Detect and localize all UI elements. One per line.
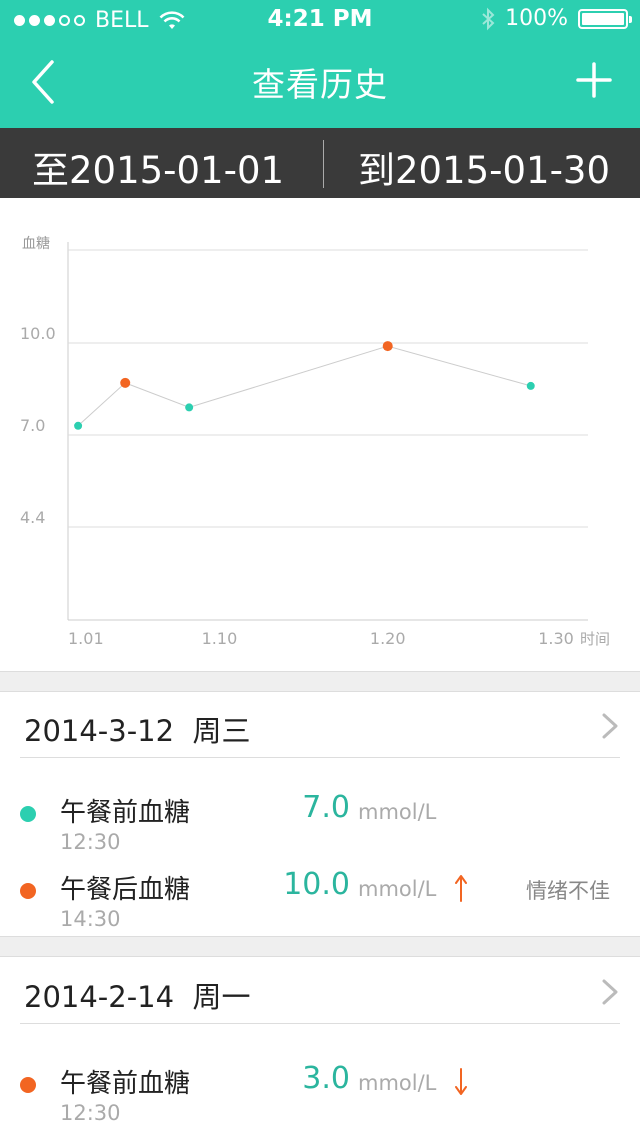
navigation-bar: 查看历史 (0, 40, 640, 128)
day-weekday: 周三 (192, 714, 251, 748)
y-tick-label: 10.0 (20, 324, 56, 343)
day-title: 2014-3-12 周三 (24, 708, 251, 750)
x-tick-label: 1.30 (538, 629, 574, 648)
record-unit: mmol/L (358, 1071, 437, 1095)
page-title: 查看历史 (252, 65, 388, 104)
record-note: 情绪不佳 (526, 879, 610, 903)
record-row[interactable]: 午餐后血糖 14:30 10.0 mmol/L 情绪不佳 (0, 863, 640, 941)
status-right: 100% (481, 6, 632, 31)
bluetooth-icon (482, 7, 495, 30)
section-separator (0, 671, 640, 692)
record-time: 14:30 (60, 907, 121, 931)
divider (20, 757, 620, 758)
y-axis-label: 血糖 (22, 236, 50, 252)
chart-canvas: 血糖 时间 10.0 7.0 4.4 1.01 1.10 1.20 1.30 (20, 236, 610, 648)
record-time: 12:30 (60, 830, 121, 854)
day-header[interactable]: 2014-3-12 周三 (0, 692, 640, 758)
x-tick-label: 1.20 (370, 629, 406, 648)
day-title: 2014-2-14 周一 (24, 974, 251, 1016)
x-tick-label: 1.10 (202, 629, 238, 648)
section-separator (0, 936, 640, 957)
battery-icon (578, 8, 632, 29)
record-name: 午餐前血糖 (60, 1069, 191, 1099)
data-point[interactable] (185, 403, 194, 412)
app-header: BELL 4:21 PM 100% 查看历史 (0, 0, 640, 128)
status-bar: BELL 4:21 PM 100% (0, 0, 640, 40)
data-point[interactable] (382, 341, 393, 352)
y-tick-label: 7.0 (20, 416, 45, 435)
day-date: 2014-3-12 (24, 714, 175, 748)
add-record-button[interactable] (566, 54, 622, 110)
record-value: 3.0 (302, 1061, 350, 1096)
plus-icon (576, 62, 612, 98)
end-date-picker[interactable]: 到2015-01-30 (358, 140, 610, 194)
day-date: 2014-2-14 (24, 980, 175, 1014)
record-value: 10.0 (283, 867, 350, 902)
date-range-bar: 至2015-01-01 到2015-01-30 (0, 128, 640, 198)
arrow-up-icon (455, 875, 467, 902)
day-header[interactable]: 2014-2-14 周一 (0, 958, 640, 1024)
record-unit: mmol/L (358, 877, 437, 901)
data-point[interactable] (120, 377, 131, 388)
series-line (77, 345, 531, 427)
record-value: 7.0 (302, 790, 350, 825)
status-dot (20, 883, 36, 899)
divider (20, 1023, 620, 1024)
chevron-right-icon (602, 713, 618, 739)
battery-percentage: 100% (505, 6, 568, 31)
record-time: 12:30 (60, 1101, 121, 1125)
date-divider (323, 140, 324, 188)
record-name: 午餐后血糖 (60, 875, 191, 905)
record-name: 午餐前血糖 (60, 798, 191, 828)
start-date-picker[interactable]: 至2015-01-01 (32, 140, 284, 194)
data-point[interactable] (526, 381, 535, 390)
y-tick-label: 4.4 (20, 508, 45, 527)
record-row[interactable]: 午餐前血糖 12:30 7.0 mmol/L (0, 786, 640, 864)
record-unit: mmol/L (358, 800, 437, 824)
status-dot (20, 806, 36, 822)
chevron-right-icon (602, 979, 618, 1005)
x-axis-label: 时间 (580, 630, 610, 648)
arrow-down-icon (455, 1068, 467, 1095)
status-dot (20, 1077, 36, 1093)
data-point[interactable] (74, 421, 83, 430)
blood-sugar-chart: 血糖 时间 10.0 7.0 4.4 1.01 1.10 1.20 1.30 (0, 198, 640, 672)
x-tick-label: 1.01 (68, 629, 104, 648)
record-row[interactable]: 午餐前血糖 12:30 3.0 mmol/L (0, 1057, 640, 1135)
day-weekday: 周一 (192, 980, 251, 1014)
